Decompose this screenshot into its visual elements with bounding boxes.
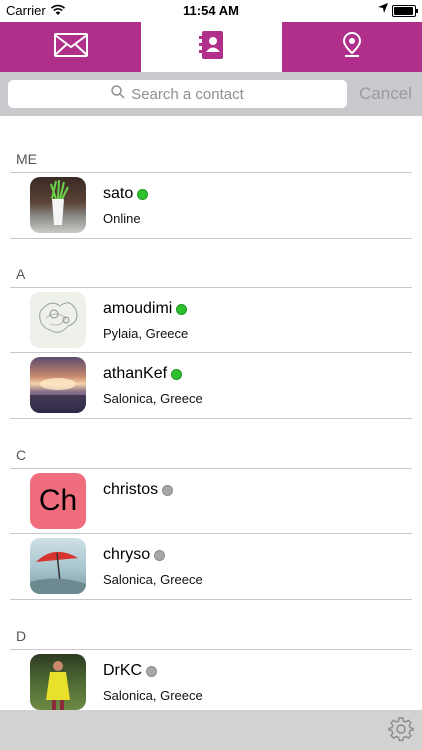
clock: 11:54 AM — [183, 3, 239, 18]
contact-list[interactable]: ME sato Online A amoudimi Pylaia, Greece — [0, 116, 422, 710]
contact-row-athankef[interactable]: athanKef Salonica, Greece — [10, 352, 412, 419]
section-header-me: ME — [16, 151, 37, 167]
avatar — [30, 292, 86, 348]
offline-status-dot — [162, 484, 174, 496]
tab-contacts[interactable] — [141, 22, 282, 72]
gear-icon[interactable] — [388, 716, 414, 747]
contact-location: Salonica, Greece — [103, 688, 203, 703]
location-arrow-icon — [378, 3, 388, 16]
avatar — [30, 177, 86, 233]
contact-row-sato[interactable]: sato Online — [10, 172, 412, 239]
contact-row-drkc[interactable]: DrKC Salonica, Greece — [10, 649, 412, 710]
online-status-dot — [137, 188, 149, 200]
search-placeholder: Search a contact — [131, 85, 244, 103]
contact-status: Online — [103, 211, 141, 226]
section-header-d: D — [16, 628, 27, 644]
section-header-a: A — [16, 266, 26, 282]
offline-status-dot — [154, 549, 166, 561]
contact-name: DrKC — [103, 662, 158, 680]
battery-icon — [392, 5, 418, 17]
contact-name: amoudimi — [103, 300, 188, 318]
avatar-initials: Ch — [30, 473, 86, 529]
contact-location: Pylaia, Greece — [103, 326, 189, 341]
avatar — [30, 538, 86, 594]
envelope-icon — [53, 32, 88, 62]
tab-messages[interactable] — [0, 22, 141, 72]
online-status-dot — [171, 368, 183, 380]
offline-status-dot — [146, 665, 158, 677]
bottom-toolbar — [0, 710, 422, 750]
cancel-button[interactable]: Cancel — [359, 84, 412, 104]
contact-location: Salonica, Greece — [103, 391, 203, 406]
contact-row-chryso[interactable]: chryso Salonica, Greece — [10, 533, 412, 600]
avatar — [30, 654, 86, 710]
contact-name: athanKef — [103, 365, 183, 383]
contact-row-amoudimi[interactable]: amoudimi Pylaia, Greece — [10, 287, 412, 352]
contact-location: Salonica, Greece — [103, 572, 203, 587]
search-input[interactable]: Search a contact — [8, 80, 347, 108]
contact-row-christos[interactable]: Ch christos — [10, 468, 412, 533]
contact-name: chryso — [103, 546, 166, 564]
address-book-icon — [198, 30, 225, 64]
top-tab-bar — [0, 22, 422, 72]
online-status-dot — [176, 303, 188, 315]
search-bar: Search a contact Cancel — [0, 72, 422, 116]
contact-name: christos — [103, 481, 174, 499]
contact-name: sato — [103, 185, 149, 203]
map-pin-icon — [342, 31, 362, 63]
avatar — [30, 357, 86, 413]
status-bar: Carrier 11:54 AM — [0, 0, 422, 22]
section-header-c: C — [16, 447, 27, 463]
tab-location[interactable] — [282, 22, 422, 72]
search-icon — [111, 85, 131, 103]
